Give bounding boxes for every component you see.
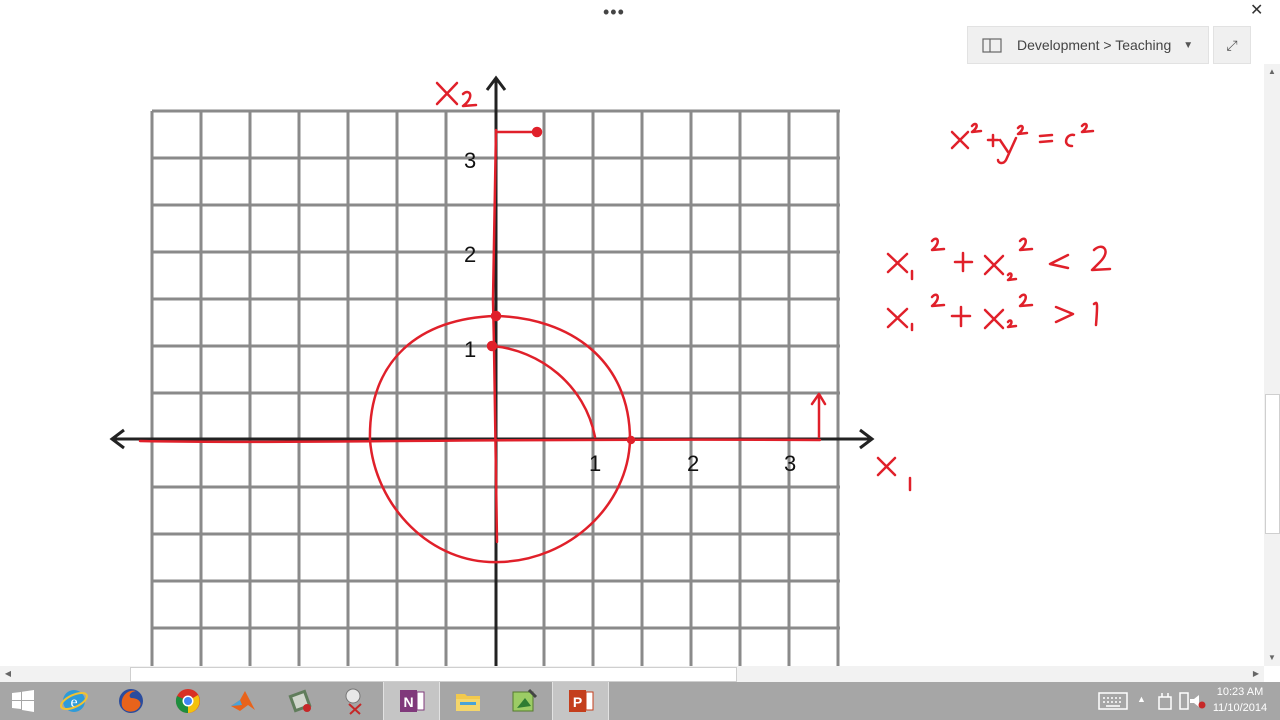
y-tick-label: 1 bbox=[464, 337, 476, 362]
system-clock[interactable]: 10:23 AM 11/10/2014 bbox=[1208, 684, 1272, 716]
expand-icon[interactable]: ⤢ bbox=[1213, 26, 1251, 64]
vertical-scrollbar[interactable]: ▲ ▼ bbox=[1264, 64, 1280, 666]
firefox-icon[interactable] bbox=[103, 682, 158, 720]
notebook-section-selector[interactable]: Development > Teaching ▼ bbox=[967, 26, 1209, 64]
x-tick-label: 3 bbox=[784, 451, 796, 476]
notebook-icon bbox=[982, 37, 1002, 53]
chevron-up-icon[interactable]: ▲ bbox=[1137, 694, 1146, 704]
onenote-page-canvas[interactable]: 1 2 3 1 2 3 ••• ✕ Development > Teaching… bbox=[0, 0, 1264, 666]
clock-time: 10:23 AM bbox=[1216, 686, 1264, 698]
internet-explorer-icon[interactable]: e bbox=[46, 682, 101, 720]
scroll-left-icon[interactable]: ◀ bbox=[0, 666, 16, 682]
close-icon[interactable]: ✕ bbox=[1250, 0, 1263, 20]
handwritten-ink bbox=[138, 81, 1112, 564]
scroll-down-icon[interactable]: ▼ bbox=[1264, 650, 1280, 666]
taskbar: e N P ▲ 10:23 AM 11/10/2014 bbox=[0, 682, 1280, 720]
file-explorer-icon[interactable] bbox=[440, 682, 495, 720]
section-breadcrumb: Development > Teaching bbox=[1017, 37, 1172, 53]
scroll-up-icon[interactable]: ▲ bbox=[1264, 64, 1280, 80]
y-tick-label: 3 bbox=[464, 148, 476, 173]
onenote-icon[interactable]: N bbox=[383, 682, 440, 720]
y-tick-label: 2 bbox=[464, 242, 476, 267]
power-icon[interactable] bbox=[1156, 691, 1174, 716]
matlab-icon[interactable] bbox=[215, 682, 270, 720]
snipping-tool-icon[interactable] bbox=[327, 682, 382, 720]
keyboard-icon[interactable] bbox=[1098, 691, 1128, 711]
more-options-button[interactable]: ••• bbox=[603, 2, 625, 23]
x-tick-label: 2 bbox=[687, 451, 699, 476]
paint-tool-icon[interactable] bbox=[496, 682, 551, 720]
notepad-edit-icon[interactable] bbox=[272, 682, 327, 720]
x-tick-label: 1 bbox=[589, 451, 601, 476]
scroll-right-icon[interactable]: ▶ bbox=[1248, 666, 1264, 682]
clock-date: 11/10/2014 bbox=[1212, 702, 1268, 714]
graph-axes bbox=[109, 75, 875, 666]
windows-start-icon[interactable] bbox=[0, 682, 46, 720]
page-ink-layer: 1 2 3 1 2 3 bbox=[109, 75, 1112, 666]
svg-text:P: P bbox=[572, 694, 581, 710]
chevron-down-icon: ▼ bbox=[1183, 39, 1194, 51]
svg-text:N: N bbox=[403, 694, 413, 710]
vertical-scroll-thumb[interactable] bbox=[1265, 394, 1280, 534]
horizontal-scroll-thumb[interactable] bbox=[130, 667, 737, 682]
chrome-icon[interactable] bbox=[160, 682, 215, 720]
volume-muted-icon[interactable] bbox=[1188, 692, 1206, 715]
horizontal-scrollbar[interactable]: ◀ ▶ bbox=[0, 666, 1264, 682]
powerpoint-icon[interactable]: P bbox=[552, 682, 609, 720]
